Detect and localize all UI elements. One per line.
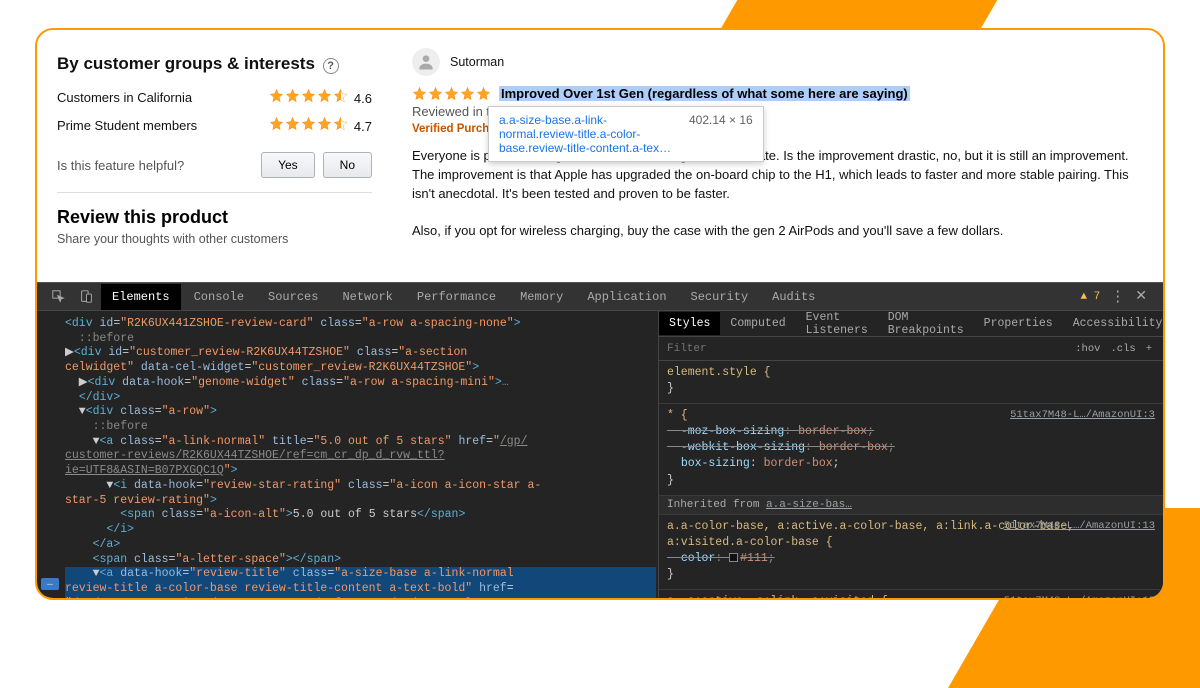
helpful-row: Is this feature helpful? Yes No bbox=[57, 152, 372, 193]
styles-tab-a11y[interactable]: Accessibility bbox=[1063, 312, 1165, 335]
warning-badge[interactable]: ▲ 7 bbox=[1080, 291, 1100, 303]
group-label: Prime Student members bbox=[57, 118, 197, 133]
rating-row: Prime Student members 4.7 bbox=[57, 116, 372, 134]
styles-filter-input[interactable] bbox=[665, 342, 1070, 356]
style-rule[interactable]: 51tax7M48-L…/AmazonUI:3 * { -moz-box-siz… bbox=[659, 404, 1163, 495]
review-heading: Review this product bbox=[57, 207, 372, 228]
helpful-question: Is this feature helpful? bbox=[57, 158, 184, 173]
group-label: Customers in California bbox=[57, 90, 192, 105]
tab-security[interactable]: Security bbox=[680, 284, 760, 310]
groups-heading: By customer groups & interests ? bbox=[57, 54, 372, 74]
styles-panel: Styles Computed Event Listeners DOM Brea… bbox=[658, 311, 1163, 598]
styles-tab-styles[interactable]: Styles bbox=[659, 312, 720, 335]
tab-elements[interactable]: Elements bbox=[101, 284, 181, 310]
stars-icon bbox=[412, 86, 491, 101]
tab-console[interactable]: Console bbox=[183, 284, 255, 310]
cls-toggle[interactable]: .cls bbox=[1105, 343, 1140, 355]
sidebar: By customer groups & interests ? Custome… bbox=[57, 48, 372, 246]
tab-network[interactable]: Network bbox=[331, 284, 403, 310]
devtools-tabs: Elements Console Sources Network Perform… bbox=[37, 283, 1163, 311]
rating-value: 4.6 bbox=[354, 91, 372, 106]
style-rule[interactable]: 51tax7M48-L…/AmazonUI:13 a.a-color-base,… bbox=[659, 515, 1163, 590]
tooltip-dimensions: 402.14 × 16 bbox=[689, 113, 753, 155]
stars-icon bbox=[269, 116, 348, 131]
avatar-icon bbox=[412, 48, 440, 76]
main-card: By customer groups & interests ? Custome… bbox=[35, 28, 1165, 600]
more-icon[interactable]: ⋮ bbox=[1110, 287, 1125, 306]
styles-tab-listeners[interactable]: Event Listeners bbox=[796, 306, 878, 342]
inspect-icon[interactable] bbox=[45, 290, 71, 303]
style-rule[interactable]: 51tax7M48-L…/AmazonUI:13 a, a:active, a:… bbox=[659, 590, 1163, 600]
hov-toggle[interactable]: :hov bbox=[1070, 343, 1105, 355]
review-panel: Sutorman Improved Over 1st Gen (regardle… bbox=[412, 48, 1141, 246]
styles-tab-properties[interactable]: Properties bbox=[974, 312, 1063, 335]
styles-tab-computed[interactable]: Computed bbox=[720, 312, 795, 335]
tab-sources[interactable]: Sources bbox=[257, 284, 329, 310]
tooltip-selector: a.a-size-base.a-link-normal.review-title… bbox=[499, 113, 679, 155]
tab-memory[interactable]: Memory bbox=[509, 284, 574, 310]
inspector-tooltip: a.a-size-base.a-link-normal.review-title… bbox=[488, 106, 764, 162]
devtools-panel: Elements Console Sources Network Perform… bbox=[37, 282, 1163, 598]
stars-icon bbox=[269, 88, 348, 103]
help-icon[interactable]: ? bbox=[323, 58, 339, 74]
yes-button[interactable]: Yes bbox=[261, 152, 315, 178]
rating-row: Customers in California 4.6 bbox=[57, 88, 372, 106]
tab-performance[interactable]: Performance bbox=[406, 284, 507, 310]
close-icon[interactable]: ✕ bbox=[1135, 288, 1147, 305]
add-rule-icon[interactable]: + bbox=[1141, 343, 1157, 355]
elements-tree[interactable]: <div id="R2K6UX441ZSHOE-review-card" cla… bbox=[37, 311, 658, 598]
style-rule[interactable]: element.style { } bbox=[659, 361, 1163, 404]
review-title[interactable]: Improved Over 1st Gen (regardless of wha… bbox=[499, 86, 910, 101]
reviewer-name: Sutorman bbox=[450, 55, 504, 69]
tab-application[interactable]: Application bbox=[576, 284, 677, 310]
breadcrumb-ellipsis[interactable]: … bbox=[41, 578, 59, 590]
styles-tab-breakpoints[interactable]: DOM Breakpoints bbox=[878, 306, 974, 342]
no-button[interactable]: No bbox=[323, 152, 372, 178]
rating-value: 4.7 bbox=[354, 119, 372, 134]
device-icon[interactable] bbox=[73, 290, 99, 303]
inherited-from: Inherited from a.a-size-bas… bbox=[659, 496, 1163, 515]
share-text: Share your thoughts with other customers bbox=[57, 232, 372, 246]
